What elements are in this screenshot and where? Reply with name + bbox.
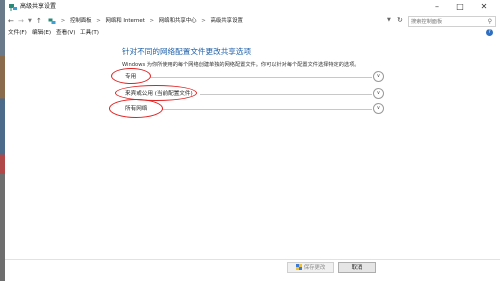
control-panel-icon — [48, 18, 56, 24]
up-arrow-icon[interactable]: ↑ — [36, 17, 42, 25]
page-description: Windows 为你所使用的每个网络创建单独的网络配置文件。你可以针对每个配置文… — [122, 62, 360, 68]
expand-chevron-icon[interactable]: ∨ — [373, 88, 384, 99]
expand-chevron-icon[interactable]: ∨ — [373, 103, 384, 114]
address-bar: ← → ▼ ↑ > 控制面板 > 网络和 Internet > 网络和共享中心 … — [5, 14, 500, 28]
address-dropdown-chevron-icon[interactable]: ▼ — [387, 17, 391, 23]
back-arrow-icon[interactable]: ← — [8, 17, 14, 25]
annotation-circle-private — [111, 68, 151, 84]
search-icon[interactable]: ⚲ — [488, 18, 492, 25]
profile-section-private[interactable]: 专用 ∨ — [122, 71, 384, 83]
forward-arrow-icon[interactable]: → — [18, 17, 24, 25]
section-divider — [150, 77, 372, 78]
footer-divider — [5, 259, 500, 260]
menu-tools[interactable]: 工具(T) — [80, 29, 99, 37]
save-changes-button[interactable]: 保存更改 — [287, 262, 334, 273]
page-heading: 针对不同的网络配置文件更改共享选项 — [122, 47, 252, 56]
breadcrumb-separator: > — [201, 18, 206, 24]
section-divider — [162, 109, 372, 110]
menu-edit[interactable]: 编辑(E) — [32, 29, 51, 37]
breadcrumb-separator: > — [96, 18, 101, 24]
network-app-icon — [9, 4, 17, 11]
breadcrumb-network-sharing-center[interactable]: 网络和共享中心 — [159, 18, 197, 24]
control-panel-window: 高级共享设置 – □ ✕ ← → ▼ ↑ > 控制面板 > 网络和 Intern… — [5, 0, 500, 281]
section-divider — [200, 94, 372, 95]
breadcrumb-separator: > — [60, 18, 66, 24]
save-changes-label: 保存更改 — [303, 265, 326, 271]
expand-chevron-icon[interactable]: ∨ — [373, 71, 384, 82]
cancel-label: 取消 — [351, 265, 363, 271]
breadcrumb: > 控制面板 > 网络和 Internet > 网络和共享中心 > 高级共享设置 — [48, 16, 393, 26]
annotation-circle-all-networks — [109, 99, 163, 118]
menu-bar: 文件(F) 编辑(E) 查看(V) 工具(T) ? — [5, 28, 500, 38]
cancel-button[interactable]: 取消 — [338, 262, 376, 273]
uac-shield-icon — [295, 264, 302, 270]
window-title: 高级共享设置 — [20, 3, 57, 10]
title-bar: 高级共享设置 – □ ✕ — [5, 0, 500, 14]
breadcrumb-separator: > — [149, 18, 155, 24]
menu-file[interactable]: 文件(F) — [8, 29, 27, 37]
refresh-icon[interactable]: ↻ — [397, 16, 403, 24]
recent-locations-chevron-icon[interactable]: ▼ — [28, 17, 32, 25]
menu-view[interactable]: 查看(V) — [56, 29, 75, 37]
search-input[interactable] — [411, 17, 481, 26]
breadcrumb-control-panel[interactable]: 控制面板 — [70, 18, 92, 24]
breadcrumb-network-internet[interactable]: 网络和 Internet — [106, 18, 145, 24]
help-icon[interactable]: ? — [486, 29, 493, 36]
minimize-button[interactable]: – — [428, 0, 446, 14]
close-button[interactable]: ✕ — [475, 0, 493, 14]
maximize-button[interactable]: □ — [451, 0, 469, 14]
search-box[interactable]: ⚲ — [408, 16, 496, 27]
breadcrumb-advanced-sharing[interactable]: 高级共享设置 — [211, 18, 243, 24]
